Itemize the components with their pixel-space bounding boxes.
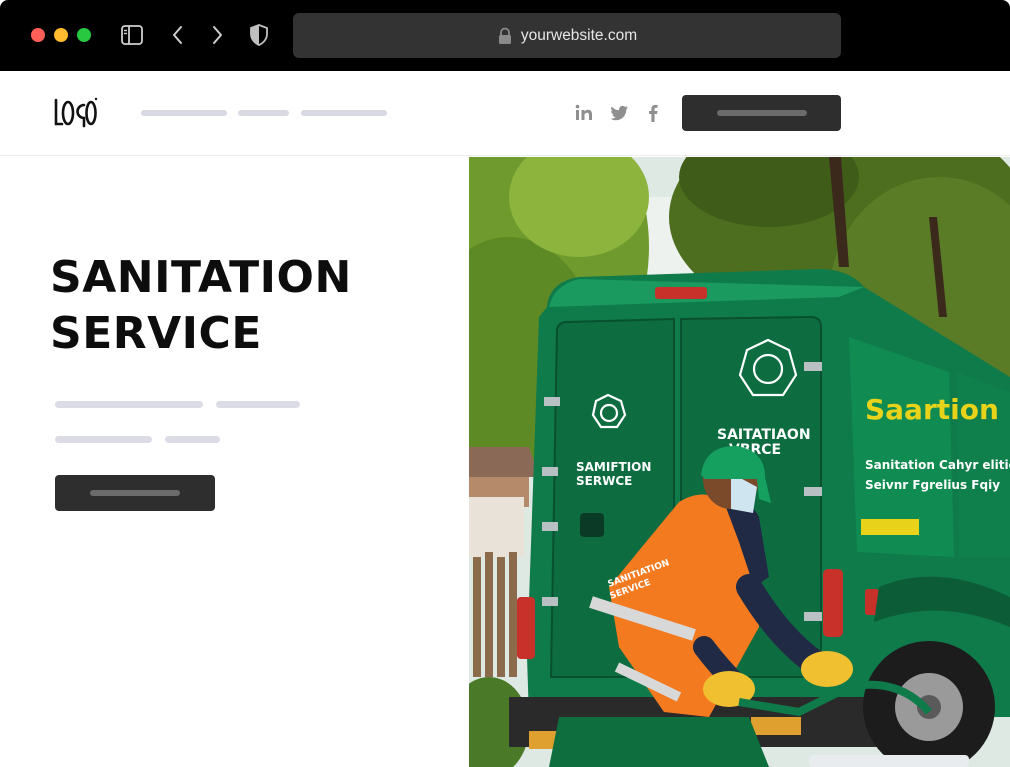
linkedin-icon[interactable]: [574, 103, 594, 123]
van-door-left-line: SERWCE: [576, 474, 632, 488]
van-door-left-line: SAMIFTION: [576, 460, 651, 474]
lock-icon: [498, 27, 511, 44]
body-text-placeholder: [165, 436, 220, 443]
browser-chrome: yourwebsite.com: [0, 0, 1010, 71]
url-text: yourwebsite.com: [520, 26, 638, 44]
body-text-placeholder: [55, 401, 203, 408]
van-side-line: Sanitation Cahyr elition: [865, 458, 1010, 472]
body-text-placeholder: [55, 436, 152, 443]
shield-icon[interactable]: [247, 23, 271, 47]
back-chevron-icon[interactable]: [166, 23, 190, 47]
van-side-brand: Saartion: [865, 393, 999, 426]
hero-photo: SAMIFTION SERWCE SAITATIAON VBRCE Saarti…: [469, 157, 1010, 767]
hero-title: SANITATION SERVICE: [50, 250, 450, 362]
nav-link-placeholder[interactable]: [238, 110, 289, 116]
sidebar-toggle-icon[interactable]: [120, 23, 144, 47]
button-label-placeholder: [716, 110, 807, 116]
hero-cta-button[interactable]: [55, 475, 215, 511]
maximize-window-button[interactable]: [77, 28, 91, 42]
close-window-button[interactable]: [31, 28, 45, 42]
logo[interactable]: [54, 96, 98, 130]
nav-link-placeholder[interactable]: [301, 110, 387, 116]
nav-link-placeholder[interactable]: [141, 110, 227, 116]
hero-title-line: SERVICE: [50, 308, 262, 359]
button-label-placeholder: [90, 490, 180, 496]
site-header: [0, 71, 1010, 156]
body-text-placeholder: [216, 401, 300, 408]
twitter-icon[interactable]: [609, 103, 629, 123]
van-side-line: Seivnr Fgrelius Fqiy: [865, 478, 1000, 492]
header-cta-button[interactable]: [682, 95, 841, 131]
sanitation-van-illustration: SAMIFTION SERWCE SAITATIAON VBRCE Saarti…: [469, 157, 1010, 767]
address-bar[interactable]: yourwebsite.com: [293, 13, 841, 58]
minimize-window-button[interactable]: [54, 28, 68, 42]
facebook-icon[interactable]: [643, 103, 663, 123]
van-door-right-line: SAITATIAON: [717, 427, 811, 443]
forward-chevron-icon[interactable]: [205, 23, 229, 47]
hero-title-line: SANITATION: [50, 252, 352, 303]
